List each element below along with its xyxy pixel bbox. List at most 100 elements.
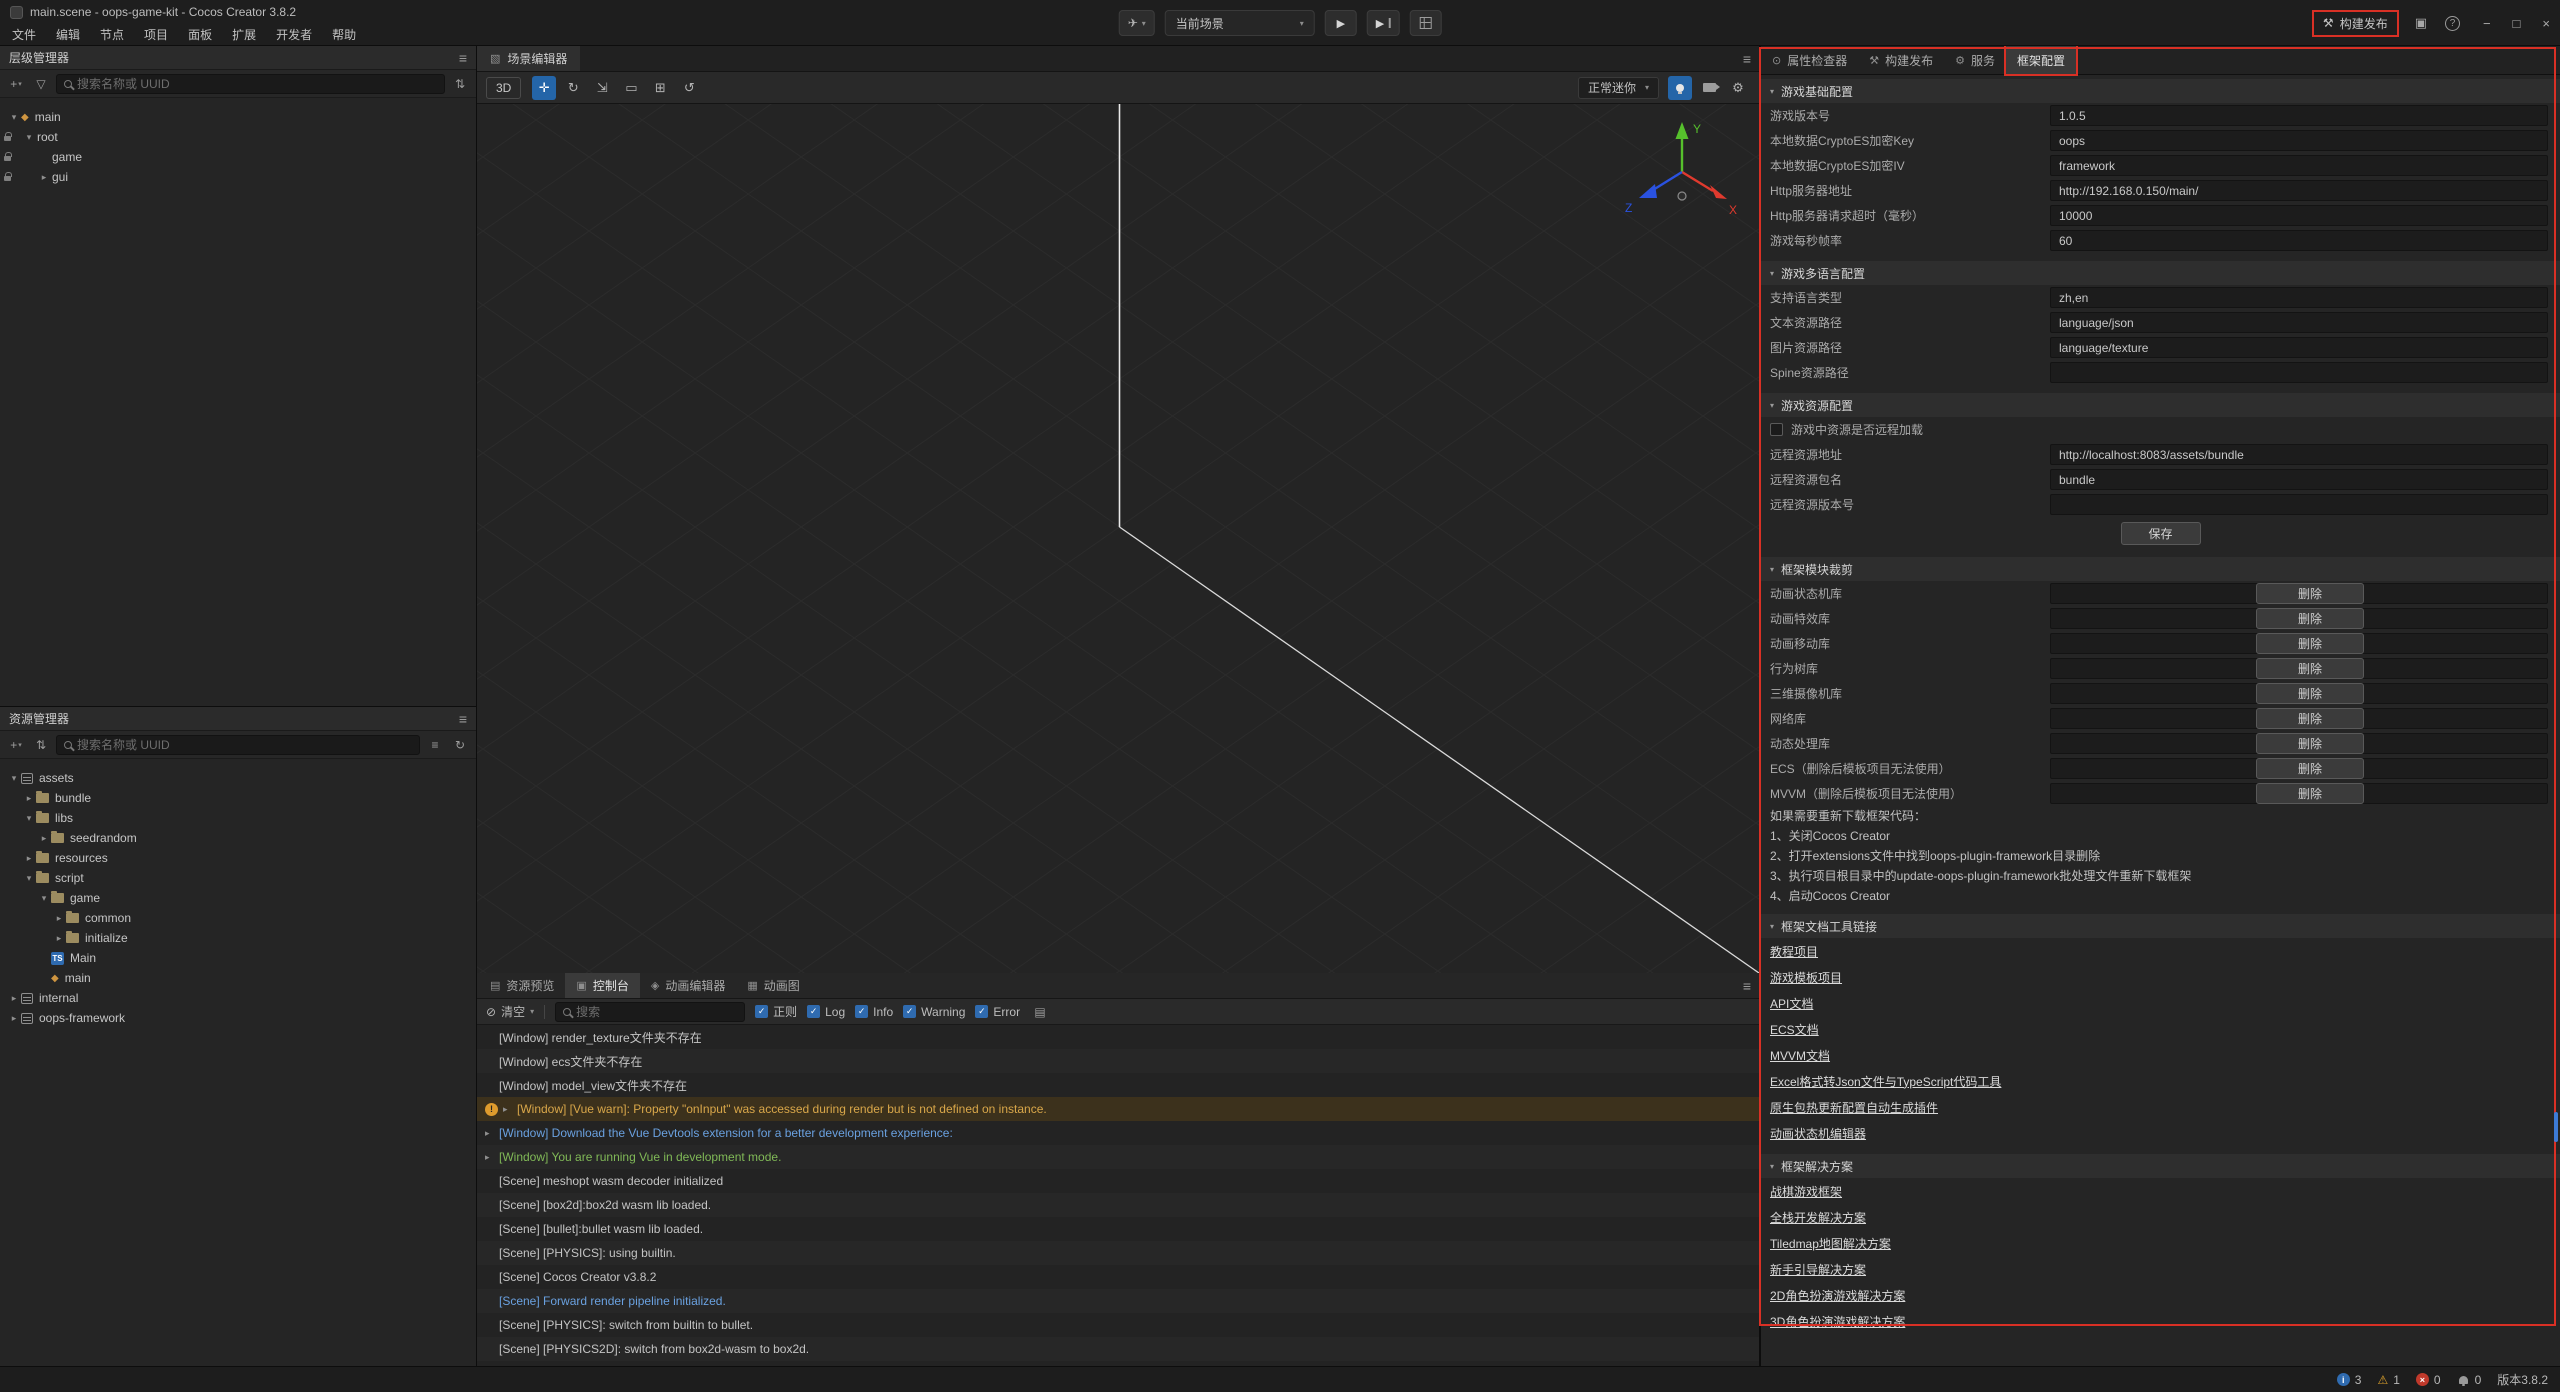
console-info-count[interactable]: i 3 [2337,1373,2362,1387]
field-input[interactable]: oops [2050,130,2548,151]
tree-node-resources[interactable]: ▸resources [0,848,476,868]
doc-link[interactable]: Excel格式转Json文件与TypeScript代码工具 [1770,1073,2001,1090]
field-input[interactable]: framework [2050,155,2548,176]
field-input[interactable]: 60 [2050,230,2548,251]
tree-node-libs[interactable]: ▾libs [0,808,476,828]
section-solutions[interactable]: ▾ 框架解决方案 [1761,1154,2560,1178]
console-filter-error[interactable]: ✓Error [975,1005,1020,1019]
tab-services[interactable]: ⚙ 服务 [1944,46,2006,74]
clear-console-button[interactable]: ⊘ 清空 ▾ [486,1003,534,1020]
scene-select-dropdown[interactable]: 当前场景 ▾ [1165,10,1315,36]
tab-scene-editor[interactable]: ▧ 场景编辑器 [477,46,580,71]
frame-button[interactable] [1409,10,1441,36]
scene-menu-icon[interactable]: ≡ [1743,51,1751,67]
tab-animation-graph[interactable]: ▦ 动画图 [736,973,810,998]
trim-input[interactable]: 删除 [2050,658,2548,679]
expand-arrow[interactable]: ▾ [8,773,20,784]
expand-arrow[interactable]: ▸ [38,172,50,183]
console-error-count[interactable]: × 0 [2416,1373,2441,1387]
solution-link[interactable]: Tiledmap地图解决方案 [1770,1235,1891,1252]
log-row[interactable]: [Scene] [PHYSICS]: using builtin. [477,1241,1759,1265]
scene-settings-button[interactable]: ⚙ [1726,76,1750,100]
save-button[interactable]: 保存 [2121,522,2201,545]
light-toggle-button[interactable] [1668,76,1692,100]
package-icon[interactable]: ▣ [2415,15,2427,31]
notification-count[interactable]: 0 [2457,1373,2482,1387]
create-node-button[interactable]: +▾ [6,74,26,94]
sort-icon[interactable]: ⇅ [31,735,51,755]
solution-link[interactable]: 战棋游戏框架 [1770,1183,1842,1200]
menu-item-文件[interactable]: 文件 [2,26,46,43]
tree-node-oops-framework[interactable]: ▸oops-framework [0,1008,476,1028]
menu-item-帮助[interactable]: 帮助 [322,26,366,43]
assets-search-input[interactable] [77,738,412,752]
move-tool-button[interactable]: ✛ [532,76,556,100]
scene-viewport[interactable]: Y X Z [477,104,1759,973]
log-row[interactable]: [Window] ecs文件夹不存在 [477,1049,1759,1073]
field-input[interactable]: http://localhost:8083/assets/bundle [2050,444,2548,465]
console-warning-count[interactable]: ⚠ 1 [2377,1373,2399,1387]
delete-button[interactable]: 删除 [2256,733,2364,754]
trim-input[interactable]: 删除 [2050,758,2548,779]
delete-button[interactable]: 删除 [2256,783,2364,804]
doc-link[interactable]: API文档 [1770,995,1813,1012]
remote-load-checkbox[interactable] [1770,423,1783,436]
field-input[interactable]: bundle [2050,469,2548,490]
tree-node-initialize[interactable]: ▸initialize [0,928,476,948]
log-row[interactable]: [Scene] [PHYSICS2D]: switch from box2d-w… [477,1337,1759,1361]
field-input[interactable] [2050,494,2548,515]
menu-item-扩展[interactable]: 扩展 [222,26,266,43]
axis-gizmo[interactable]: Y X Z [1617,106,1747,236]
close-button[interactable]: × [2542,16,2550,31]
inspector-scrollbar-thumb[interactable] [2554,1112,2558,1142]
solution-link[interactable]: 2D角色扮演游戏解决方案 [1770,1287,1905,1304]
expand-arrow[interactable]: ▸ [53,913,65,924]
tree-node-game[interactable]: game [0,147,476,167]
step-button[interactable]: ▶ [1367,10,1399,36]
tree-node-root[interactable]: ▾root [0,127,476,147]
tab-build-publish[interactable]: ⚒ 构建发布 [1858,46,1944,74]
menu-item-面板[interactable]: 面板 [178,26,222,43]
delete-button[interactable]: 删除 [2256,708,2364,729]
log-expand-arrow[interactable]: ▸ [503,1104,517,1115]
console-menu-icon[interactable]: ≡ [1743,978,1751,994]
scale-tool-button[interactable]: ⇲ [590,76,614,100]
tree-node-seedrandom[interactable]: ▸seedrandom [0,828,476,848]
tab-property-inspector[interactable]: ⊙ 属性检查器 [1761,46,1858,74]
regex-toggle[interactable]: ✓ 正则 [755,1003,797,1020]
create-asset-button[interactable]: +▾ [6,735,26,755]
trim-input[interactable]: 删除 [2050,608,2548,629]
tab-assets-preview[interactable]: ▤ 资源预览 [479,973,565,998]
3d-toggle-button[interactable]: 3D [486,77,521,99]
delete-button[interactable]: 删除 [2256,633,2364,654]
hierarchy-search[interactable] [56,74,445,94]
tree-node-Main[interactable]: TSMain [0,948,476,968]
log-row[interactable]: ▸[Window] You are running Vue in develop… [477,1145,1759,1169]
rotate-tool-button[interactable]: ↻ [561,76,585,100]
sort-icon[interactable]: ⇅ [450,74,470,94]
log-expand-arrow[interactable]: ▸ [485,1128,499,1139]
log-row[interactable]: [Window] model_view文件夹不存在 [477,1073,1759,1097]
solution-link[interactable]: 3D角色扮演游戏解决方案 [1770,1313,1905,1330]
expand-arrow[interactable]: ▸ [53,933,65,944]
log-file-icon[interactable]: ▤ [1030,1002,1050,1022]
log-row[interactable]: [Scene] [bullet]:bullet wasm lib loaded. [477,1217,1759,1241]
gizmo-mode-dropdown[interactable]: 正常迷你 ▾ [1578,77,1659,99]
menu-item-开发者[interactable]: 开发者 [266,26,322,43]
section-module-trim[interactable]: ▾ 框架模块裁剪 [1761,557,2560,581]
field-input[interactable] [2050,362,2548,383]
log-row[interactable]: !▸[Window] [Vue warn]: Property "onInput… [477,1097,1759,1121]
build-publish-button[interactable]: ⚒ 构建发布 [2314,12,2397,35]
hierarchy-menu-icon[interactable]: ≡ [459,50,467,66]
field-input[interactable]: language/texture [2050,337,2548,358]
delete-button[interactable]: 删除 [2256,583,2364,604]
tab-console[interactable]: ▣ 控制台 [565,973,639,998]
tree-node-game[interactable]: ▾game [0,888,476,908]
console-search-input[interactable] [576,1005,737,1019]
tree-node-internal[interactable]: ▸internal [0,988,476,1008]
expand-arrow[interactable]: ▸ [8,1013,20,1024]
field-input[interactable]: zh,en [2050,287,2548,308]
doc-link[interactable]: ECS文档 [1770,1021,1819,1038]
minimize-button[interactable]: − [2483,16,2491,31]
delete-button[interactable]: 删除 [2256,758,2364,779]
